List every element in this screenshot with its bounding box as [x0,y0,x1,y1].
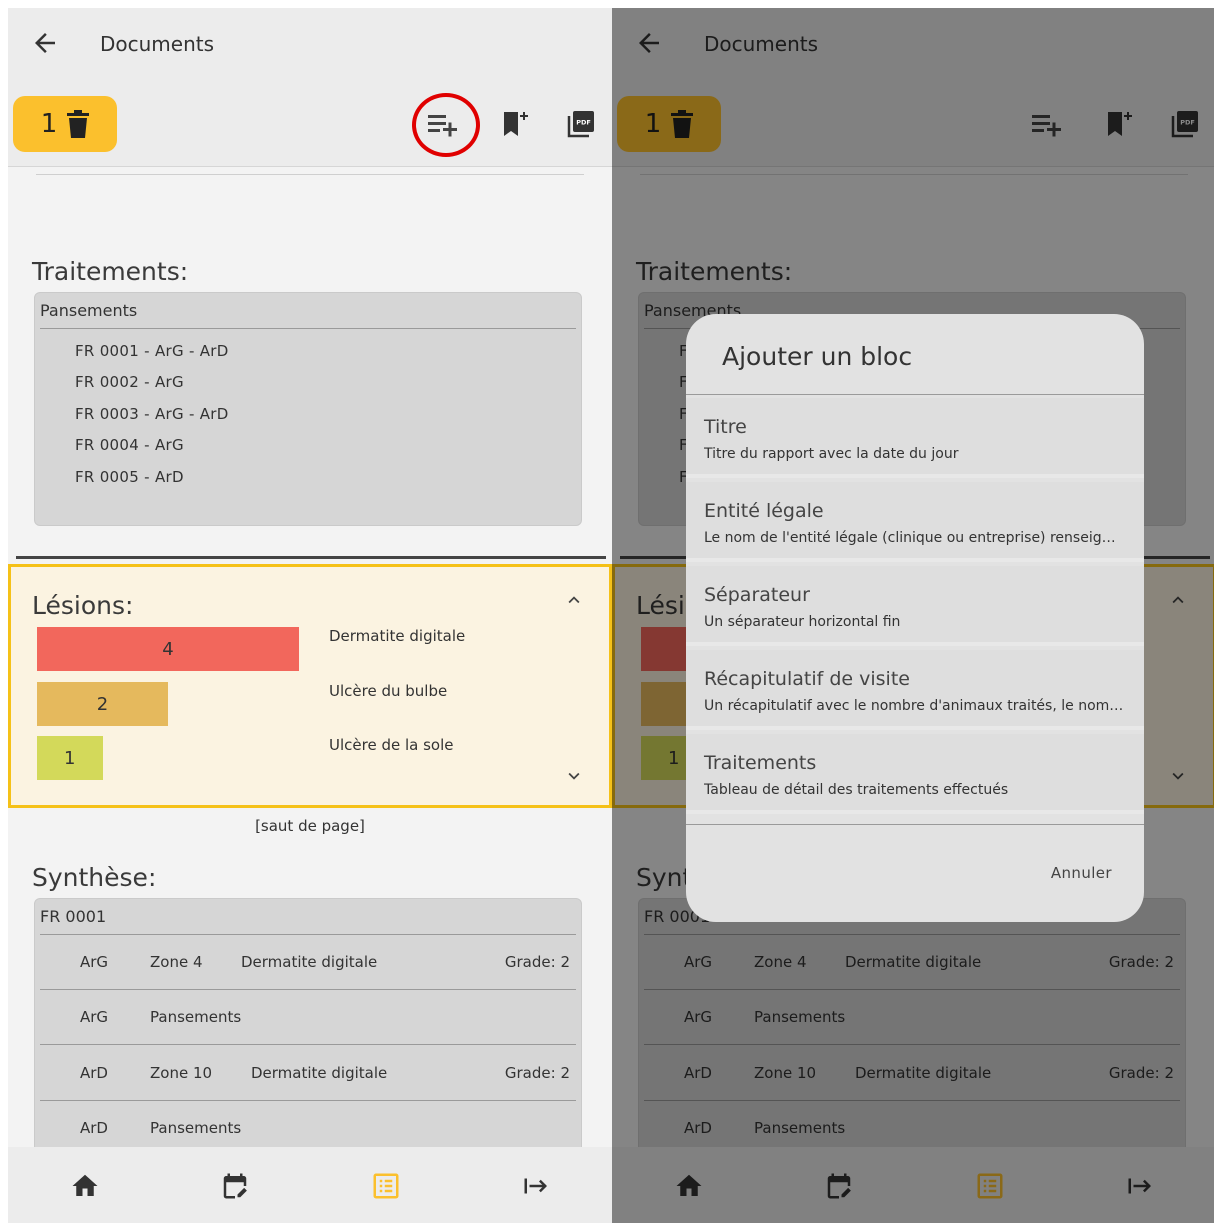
synthese-header: FR 0001 [40,907,107,926]
pdf-icon[interactable]: PDF [564,107,598,141]
option-title: Entité légale [704,500,824,522]
option-title: Séparateur [704,584,810,606]
divider [40,328,576,329]
table-row: ArD Pansements [40,1101,576,1147]
option-description: Le nom de l'entité légale (clinique ou e… [704,530,1124,546]
option-title: Récapitulatif de visite [704,668,910,690]
bar-category-label: Ulcère du bulbe [329,682,448,700]
option-description: Un séparateur horizontal fin [704,614,901,630]
screenshot-stage: Documents 1 PDF Traitements: Pansements … [0,0,1214,1223]
option-title: Titre [704,416,747,438]
zone-cell: Zone 10 [150,1064,213,1082]
leg-cell: ArD [80,1119,108,1137]
traitements-title: Traitements: [32,257,189,286]
chevron-up-icon[interactable] [563,589,585,611]
chart-bar: 2 [37,682,168,726]
option-description: Un récapitulatif avec le nombre d'animau… [704,698,1124,714]
calendar-edit-icon[interactable] [220,1171,250,1201]
traitements-item: FR 0003 - ArG - ArD [75,405,229,423]
bar-value-label: 2 [96,693,109,715]
page-title: Documents [100,32,215,56]
block-option[interactable]: Titre Titre du rapport avec la date du jo… [686,398,1144,478]
traitements-header: Pansements [40,301,138,320]
page-break-label: [saut de page] [255,817,365,835]
cancel-button[interactable]: Annuler [1051,864,1112,882]
lesion-cell: Dermatite digitale [241,953,378,971]
block-separator [16,556,606,559]
lesions-title: Lésions: [32,591,134,620]
chart-bar: 1 [37,736,103,780]
delete-count-button[interactable]: 1 [13,96,117,152]
option-description: Tableau de détail des traitements effect… [704,782,1009,798]
logout-icon[interactable] [522,1171,552,1201]
table-row: ArD Zone 10 Dermatite digitale Grade: 2 [40,1046,576,1101]
bar-category-label: Ulcère de la sole [329,736,454,754]
zone-cell: Zone 4 [150,953,203,971]
dialog-title: Ajouter un bloc [722,342,913,371]
divider [686,394,1144,395]
grade-cell: Grade: 2 [504,1064,570,1082]
lesion-cell: Dermatite digitale [251,1064,388,1082]
table-row: ArG Zone 4 Dermatite digitale Grade: 2 [40,935,576,990]
delete-count: 1 [40,109,58,139]
leg-cell: ArG [80,1008,109,1026]
phone-screen-before: Documents 1 PDF Traitements: Pansements … [8,8,612,1223]
trash-icon [67,110,90,138]
document-toolbar: 1 PDF [8,81,612,167]
traitements-item: FR 0002 - ArG [75,373,184,391]
block-option[interactable]: Traitements Tableau de détail des traitem… [686,734,1144,814]
divider [36,167,584,175]
bookmark-add-icon[interactable] [498,107,532,141]
bar-category-label: Dermatite digitale [329,627,466,645]
lesions-block[interactable]: Lésions: 4 2 1 Dermatite digitale Ulcère… [8,564,612,808]
report-preview[interactable]: Traitements: Pansements FR 0001 - ArG - … [8,167,612,1147]
chevron-down-icon[interactable] [563,765,585,787]
bar-value-label: 1 [64,747,76,769]
home-icon[interactable] [70,1171,100,1201]
bottom-navigation [8,1147,612,1223]
table-row: ArG Pansements [40,990,576,1045]
block-option[interactable]: Entité légale Le nom de l'entité légale (… [686,482,1144,562]
synthese-title: Synthèse: [32,863,157,892]
option-description: Titre du rapport avec la date du jour [704,446,959,462]
add-block-dialog: Ajouter un bloc Titre Titre du rapport ave… [686,314,1144,922]
block-option[interactable]: Récapitulatif de visite Un récapitulatif … [686,650,1144,730]
chart-bar: 4 [37,627,299,671]
traitements-table: Pansements FR 0001 - ArG - ArD FR 0002 -… [34,292,582,526]
document-list-icon[interactable] [371,1171,401,1201]
zone-cell: Pansements [150,1119,242,1137]
app-bar: Documents [8,8,612,81]
bar-value-label: 4 [162,638,174,660]
divider [686,824,1144,825]
phone-screen-dialog: Documents 1 PDF Traitements: Pansements … [612,8,1214,1223]
synthese-table: FR 0001 ArG Zone 4 Dermatite digitale Gr… [34,898,582,1147]
highlight-ring [412,93,480,157]
option-title: Traitements [704,752,817,774]
leg-cell: ArG [80,953,109,971]
traitements-item: FR 0005 - ArD [75,468,184,486]
zone-cell: Pansements [150,1008,242,1026]
leg-cell: ArD [80,1064,108,1082]
svg-text:PDF: PDF [576,119,591,127]
traitements-item: FR 0004 - ArG [75,436,184,454]
grade-cell: Grade: 2 [504,953,570,971]
block-option[interactable]: Séparateur Un séparateur horizontal fin [686,566,1144,646]
back-arrow-icon[interactable] [30,28,60,58]
traitements-item: FR 0001 - ArG - ArD [75,342,229,360]
